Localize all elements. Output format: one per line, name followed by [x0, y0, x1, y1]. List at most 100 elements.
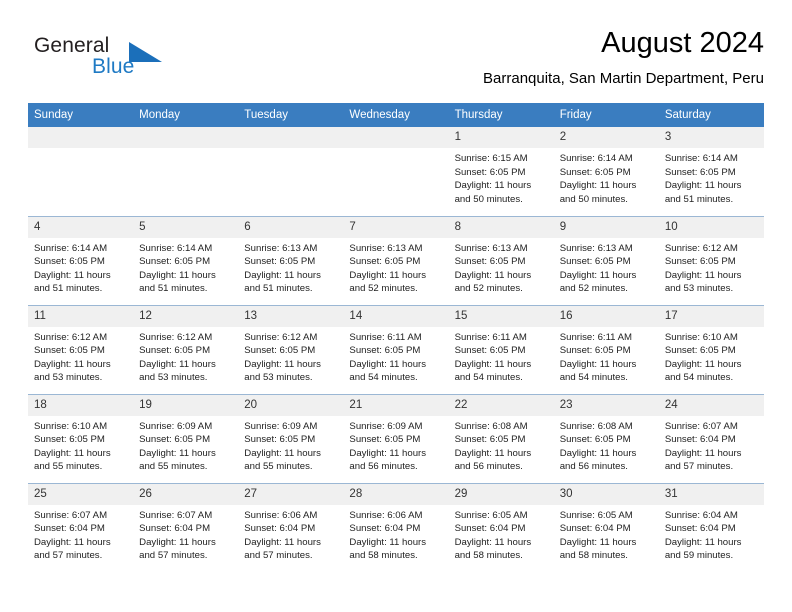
weekday-header-sunday: Sunday [28, 103, 134, 127]
day-details: Sunrise: 6:10 AM Sunset: 6:05 PM Daylight:… [659, 327, 764, 385]
calendar-day-cell-empty [238, 127, 344, 216]
calendar-day-cell[interactable]: 9 Sunrise: 6:13 AM Sunset: 6:05 PM Daylight… [553, 215, 659, 305]
daylight-text: and 57 minutes. [244, 550, 313, 562]
calendar-day-cell[interactable]: 29 Sunrise: 6:05 AM Sunset: 6:04 PM Dayligh… [448, 482, 554, 572]
day-number [238, 127, 344, 148]
day-number: 23 [553, 394, 659, 416]
calendar-day-cell[interactable]: 4 Sunrise: 6:14 AM Sunset: 6:05 PM Daylight… [28, 215, 134, 305]
day-details: Sunrise: 6:12 AM Sunset: 6:05 PM Daylight:… [28, 327, 133, 385]
daylight-text: and 58 minutes. [454, 550, 523, 562]
day-details: Sunrise: 6:08 AM Sunset: 6:05 PM Daylight:… [449, 416, 554, 474]
calendar-day-cell[interactable]: 1 Sunrise: 6:15 AM Sunset: 6:05 PM Daylight… [448, 127, 554, 216]
day-details: Sunrise: 6:06 AM Sunset: 6:04 PM Daylight:… [343, 505, 448, 563]
day-details: Sunrise: 6:09 AM Sunset: 6:05 PM Daylight:… [343, 416, 448, 474]
calendar-day-cell[interactable]: 10 Sunrise: 6:12 AM Sunset: 6:05 PM Dayligh… [658, 215, 764, 305]
calendar-day-cell[interactable]: 3 Sunrise: 6:14 AM Sunset: 6:05 PM Daylight… [658, 127, 764, 216]
calendar-day-cell[interactable]: 17 Sunrise: 6:10 AM Sunset: 6:05 PM Dayligh… [658, 304, 764, 394]
calendar-day-cell[interactable]: 11 Sunrise: 6:12 AM Sunset: 6:05 PM Dayligh… [28, 304, 134, 394]
day-number: 5 [133, 216, 239, 238]
day-number: 3 [658, 127, 764, 148]
daylight-text: Daylight: 11 hours [349, 536, 427, 548]
day-number [28, 127, 134, 148]
sunrise-text: Sunrise: 6:05 AM [559, 509, 633, 521]
calendar-day-cell-empty [28, 127, 134, 216]
calendar-week-row: 18 Sunrise: 6:10 AM Sunset: 6:05 PM Dayligh… [28, 393, 764, 483]
sunrise-text: Sunrise: 6:12 AM [664, 242, 738, 254]
sunrise-text: Sunrise: 6:11 AM [454, 331, 527, 343]
sunset-text: Sunset: 6:05 PM [139, 434, 211, 446]
calendar-day-cell[interactable]: 13 Sunrise: 6:12 AM Sunset: 6:05 PM Dayligh… [238, 304, 344, 394]
daylight-text: Daylight: 11 hours [34, 358, 111, 370]
daylight-text: Daylight: 11 hours [664, 536, 742, 548]
weekday-header-wednesday: Wednesday [343, 103, 449, 127]
day-number: 31 [658, 483, 764, 505]
daylight-text: and 59 minutes. [664, 550, 734, 562]
day-number: 12 [133, 305, 239, 327]
calendar-day-cell[interactable]: 23 Sunrise: 6:08 AM Sunset: 6:05 PM Dayligh… [553, 393, 659, 483]
day-details: Sunrise: 6:14 AM Sunset: 6:05 PM Daylight:… [133, 238, 238, 296]
daylight-text: Daylight: 11 hours [559, 536, 637, 548]
sunrise-text: Sunrise: 6:13 AM [244, 242, 318, 254]
calendar-day-cell[interactable]: 31 Sunrise: 6:04 AM Sunset: 6:04 PM Dayligh… [658, 482, 764, 572]
day-details: Sunrise: 6:12 AM Sunset: 6:05 PM Daylight:… [238, 327, 343, 385]
sunset-text: Sunset: 6:04 PM [34, 523, 105, 535]
day-details: Sunrise: 6:05 AM Sunset: 6:04 PM Daylight:… [449, 505, 554, 563]
day-details: Sunrise: 6:11 AM Sunset: 6:05 PM Daylight:… [343, 327, 448, 385]
day-number [343, 127, 449, 148]
daylight-text: Daylight: 11 hours [559, 269, 637, 281]
calendar-day-cell[interactable]: 2 Sunrise: 6:14 AM Sunset: 6:05 PM Daylight… [553, 127, 659, 216]
calendar-day-cell[interactable]: 8 Sunrise: 6:13 AM Sunset: 6:05 PM Daylight… [448, 215, 554, 305]
day-details: Sunrise: 6:14 AM Sunset: 6:05 PM Daylight:… [28, 238, 133, 296]
calendar-day-cell[interactable]: 24 Sunrise: 6:07 AM Sunset: 6:04 PM Dayligh… [658, 393, 764, 483]
calendar-day-cell[interactable]: 16 Sunrise: 6:11 AM Sunset: 6:05 PM Dayligh… [553, 304, 659, 394]
daylight-text: Daylight: 11 hours [139, 269, 216, 281]
daylight-text: and 58 minutes. [349, 550, 418, 562]
day-details: Sunrise: 6:07 AM Sunset: 6:04 PM Daylight:… [659, 416, 764, 474]
day-details: Sunrise: 6:13 AM Sunset: 6:05 PM Daylight:… [238, 238, 343, 296]
calendar-day-cell[interactable]: 12 Sunrise: 6:12 AM Sunset: 6:05 PM Dayligh… [133, 304, 239, 394]
daylight-text: Daylight: 11 hours [34, 536, 111, 548]
calendar-day-cell[interactable]: 27 Sunrise: 6:06 AM Sunset: 6:04 PM Dayligh… [238, 482, 344, 572]
daylight-text: and 57 minutes. [139, 550, 208, 562]
sunset-text: Sunset: 6:05 PM [664, 256, 736, 268]
daylight-text: and 57 minutes. [664, 461, 734, 473]
calendar-day-cell[interactable]: 21 Sunrise: 6:09 AM Sunset: 6:05 PM Dayligh… [343, 393, 449, 483]
calendar-day-cell[interactable]: 18 Sunrise: 6:10 AM Sunset: 6:05 PM Dayligh… [28, 393, 134, 483]
sunrise-text: Sunrise: 6:09 AM [349, 420, 423, 432]
daylight-text: and 54 minutes. [664, 372, 734, 384]
calendar-day-cell[interactable]: 26 Sunrise: 6:07 AM Sunset: 6:04 PM Dayligh… [133, 482, 239, 572]
day-details: Sunrise: 6:13 AM Sunset: 6:05 PM Daylight:… [343, 238, 448, 296]
daylight-text: Daylight: 11 hours [664, 269, 742, 281]
day-number: 26 [133, 483, 239, 505]
daylight-text: Daylight: 11 hours [559, 180, 637, 192]
daylight-text: and 55 minutes. [139, 461, 208, 473]
daylight-text: Daylight: 11 hours [244, 447, 321, 459]
calendar-day-cell[interactable]: 30 Sunrise: 6:05 AM Sunset: 6:04 PM Dayligh… [553, 482, 659, 572]
day-number: 20 [238, 394, 344, 416]
sunset-text: Sunset: 6:05 PM [244, 256, 316, 268]
calendar-day-cell[interactable]: 6 Sunrise: 6:13 AM Sunset: 6:05 PM Daylight… [238, 215, 344, 305]
day-number: 19 [133, 394, 239, 416]
calendar-week-row: 4 Sunrise: 6:14 AM Sunset: 6:05 PM Daylight… [28, 215, 764, 305]
sunrise-text: Sunrise: 6:07 AM [139, 509, 213, 521]
calendar-day-cell-empty [133, 127, 239, 216]
sunset-text: Sunset: 6:04 PM [349, 523, 421, 535]
calendar-day-cell[interactable]: 20 Sunrise: 6:09 AM Sunset: 6:05 PM Dayligh… [238, 393, 344, 483]
general-blue-logo[interactable]: General Blue [34, 34, 214, 86]
calendar-day-cell[interactable]: 22 Sunrise: 6:08 AM Sunset: 6:05 PM Dayligh… [448, 393, 554, 483]
calendar-day-cell[interactable]: 25 Sunrise: 6:07 AM Sunset: 6:04 PM Dayligh… [28, 482, 134, 572]
calendar-day-cell[interactable]: 15 Sunrise: 6:11 AM Sunset: 6:05 PM Dayligh… [448, 304, 554, 394]
page-header: General Blue August 2024 Barranquita, Sa… [28, 26, 764, 98]
daylight-text: Daylight: 11 hours [139, 447, 216, 459]
calendar-day-cell[interactable]: 14 Sunrise: 6:11 AM Sunset: 6:05 PM Dayligh… [343, 304, 449, 394]
calendar-day-cell[interactable]: 28 Sunrise: 6:06 AM Sunset: 6:04 PM Dayligh… [343, 482, 449, 572]
calendar-day-cell[interactable]: 19 Sunrise: 6:09 AM Sunset: 6:05 PM Dayligh… [133, 393, 239, 483]
daylight-text: Daylight: 11 hours [34, 269, 111, 281]
calendar-day-cell[interactable]: 5 Sunrise: 6:14 AM Sunset: 6:05 PM Daylight… [133, 215, 239, 305]
calendar-day-cell[interactable]: 7 Sunrise: 6:13 AM Sunset: 6:05 PM Daylight… [343, 215, 449, 305]
sunrise-text: Sunrise: 6:14 AM [139, 242, 213, 254]
daylight-text: Daylight: 11 hours [244, 536, 321, 548]
sunset-text: Sunset: 6:05 PM [349, 345, 421, 357]
sunrise-text: Sunrise: 6:06 AM [244, 509, 318, 521]
day-number: 28 [343, 483, 449, 505]
